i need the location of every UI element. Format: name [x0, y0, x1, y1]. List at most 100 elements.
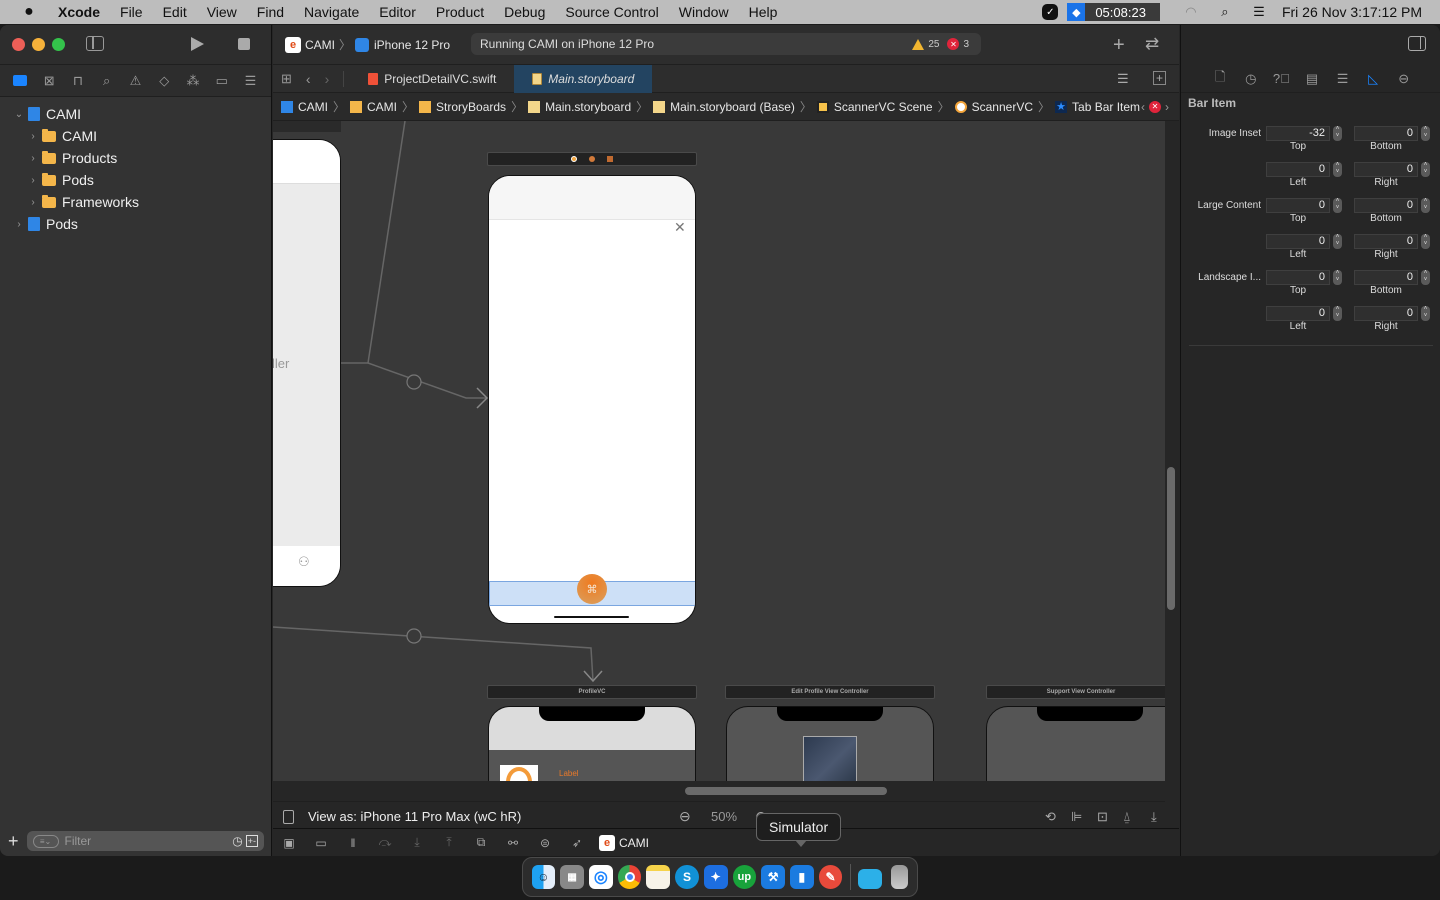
device-name[interactable]: iPhone 12 Pro [374, 38, 450, 52]
error-icon[interactable]: ✕ [947, 38, 960, 50]
breadcrumb-item[interactable]: ScannerVC Scene [834, 100, 933, 114]
breadcrumb-item[interactable]: CAMI [298, 100, 328, 114]
add-constraints-icon[interactable]: ⊡ [1097, 809, 1108, 825]
find-navigator-icon[interactable]: ⌕ [98, 72, 116, 90]
dock-safari[interactable]: ◎ [588, 865, 613, 889]
memory-graph-icon[interactable]: ⚯ [503, 834, 523, 852]
menu-help[interactable]: Help [749, 4, 778, 20]
tab-projectdetailvc-swift[interactable]: ProjectDetailVC.swift [350, 65, 514, 93]
minimize-window-button[interactable] [32, 38, 45, 51]
step-into-icon[interactable]: ⤓ [407, 834, 427, 852]
view-as-label[interactable]: View as: iPhone 11 Pro Max (wC hR) [308, 809, 521, 824]
attributes-inspector-icon[interactable]: ☰ [1334, 70, 1352, 88]
chevron-right-icon[interactable]: › [26, 175, 40, 186]
simulate-location-icon[interactable]: ➶ [567, 834, 587, 852]
connections-inspector-icon[interactable]: ⊖ [1395, 70, 1413, 88]
stepper[interactable]: ˄ ˅ [1421, 306, 1430, 321]
time-tracker[interactable]: ◆ 05:08:23 [1067, 3, 1160, 21]
scheme-selector[interactable]: e CAMI 〉 iPhone 12 Pro [285, 36, 450, 53]
menu-window[interactable]: Window [679, 4, 729, 20]
previous-issue-button[interactable]: ‹ [1141, 100, 1145, 114]
dock-launchpad[interactable]: ▦ [560, 865, 584, 889]
dock-skype[interactable]: S [675, 865, 699, 889]
add-library-button[interactable]: + [1113, 34, 1125, 57]
spotlight-search-icon[interactable]: ⌕ [1216, 3, 1234, 21]
inset-field-top[interactable]: -32 [1266, 126, 1330, 141]
chevron-right-icon[interactable]: › [26, 153, 40, 164]
first-responder-icon[interactable] [589, 156, 595, 162]
related-items-icon[interactable]: ⊞ [281, 71, 292, 87]
dock-simulator[interactable]: ▮ [789, 865, 814, 889]
chevron-right-icon[interactable]: › [26, 197, 40, 208]
view-controller-icon[interactable] [571, 156, 577, 162]
stepper[interactable]: ˄ ˅ [1333, 306, 1342, 321]
forward-button[interactable]: › [325, 71, 330, 87]
zoom-window-button[interactable] [52, 38, 65, 51]
exit-icon[interactable] [607, 156, 613, 162]
chevron-down-icon[interactable]: ⌄ [12, 109, 26, 120]
debug-view-hierarchy-icon[interactable]: ⧉ [471, 834, 491, 852]
inset-field-right[interactable]: 0 [1354, 234, 1418, 249]
hide-debug-area-icon[interactable]: ▣ [279, 834, 299, 852]
show-changed-icon[interactable]: +- [245, 835, 258, 847]
filter-options-icon[interactable]: ≡⌄ [32, 834, 59, 848]
code-review-icon[interactable]: ⇄ [1145, 34, 1159, 54]
menu-find[interactable]: Find [257, 4, 284, 20]
wifi-icon[interactable]: ◠ [1182, 3, 1200, 21]
close-icon[interactable]: ✕ [674, 219, 686, 236]
environment-overrides-icon[interactable]: ⊜ [535, 834, 555, 852]
chevron-right-icon[interactable]: › [12, 219, 26, 230]
back-button[interactable]: ‹ [306, 71, 311, 87]
warning-count[interactable]: 25 [928, 39, 939, 50]
edit-profile-scene-bar[interactable]: Edit Profile View Controller [725, 685, 935, 699]
size-inspector-icon[interactable]: ◺ [1364, 70, 1382, 88]
dock-instruments[interactable]: ✎ [818, 865, 843, 889]
resolve-issues-icon[interactable]: ⍙ [1123, 809, 1131, 825]
scanner-tab-button[interactable]: ⌘ [577, 574, 607, 604]
recent-files-icon[interactable]: ◷ [232, 834, 242, 848]
stepper[interactable]: ˄ ˅ [1333, 162, 1342, 177]
inset-field-left[interactable]: 0 [1266, 234, 1330, 249]
tree-item-frameworks[interactable]: › Frameworks [0, 191, 271, 213]
dock-trash[interactable] [890, 865, 909, 889]
scanner-vc-phone[interactable]: ✕ ⌘ [488, 175, 696, 624]
scene-bar-partial[interactable] [273, 121, 341, 132]
menu-source-control[interactable]: Source Control [565, 4, 658, 20]
inset-field-bottom[interactable]: 0 [1354, 126, 1418, 141]
scanner-scene-bar[interactable] [487, 152, 697, 166]
file-inspector-icon[interactable]: 🗋 [1211, 69, 1229, 88]
inset-field-bottom[interactable]: 0 [1354, 270, 1418, 285]
tree-item-pods-folder[interactable]: › Pods [0, 169, 271, 191]
filter-field[interactable]: ≡⌄ Filter ◷ +- [26, 831, 264, 851]
close-window-button[interactable] [12, 38, 25, 51]
issue-navigator-icon[interactable]: ⚠ [126, 72, 144, 90]
edit-profile-phone[interactable] [726, 706, 934, 781]
stepper[interactable]: ˄ ˅ [1421, 126, 1430, 141]
zoom-level[interactable]: 50% [711, 809, 737, 824]
stepper[interactable]: ˄ ˅ [1333, 198, 1342, 213]
breadcrumb-item[interactable]: ScannerVC [972, 100, 1033, 114]
stepper[interactable]: ˄ ˅ [1421, 270, 1430, 285]
quick-help-icon[interactable]: ?⃝ [1272, 70, 1290, 88]
vertical-scrollbar[interactable] [1167, 467, 1175, 610]
tree-item-products[interactable]: › Products [0, 147, 271, 169]
control-center-icon[interactable]: ☰ [1250, 3, 1268, 21]
stepper[interactable]: ˄ ˅ [1421, 198, 1430, 213]
dock-folder[interactable] [858, 868, 883, 889]
inset-field-top[interactable]: 0 [1266, 270, 1330, 285]
editor-options-icon[interactable]: ☰ [1117, 71, 1129, 87]
dock-upwork[interactable]: up [732, 865, 757, 889]
menu-view[interactable]: View [207, 4, 237, 20]
breadcrumb-item[interactable]: Main.storyboard [545, 100, 631, 114]
breadcrumb-item[interactable]: Tab Bar Item [1072, 100, 1140, 114]
stepper[interactable]: ˄ ˅ [1421, 162, 1430, 177]
inset-field-top[interactable]: 0 [1266, 198, 1330, 213]
inset-field-right[interactable]: 0 [1354, 162, 1418, 177]
support-phone[interactable] [986, 706, 1165, 781]
inset-field-right[interactable]: 0 [1354, 306, 1418, 321]
horizontal-scrollbar-thumb[interactable] [685, 787, 887, 795]
document-outline-toggle-icon[interactable] [283, 809, 294, 824]
tab-main-storyboard[interactable]: Main.storyboard [514, 64, 653, 93]
update-frames-icon[interactable]: ⟲ [1045, 809, 1056, 825]
inset-field-bottom[interactable]: 0 [1354, 198, 1418, 213]
